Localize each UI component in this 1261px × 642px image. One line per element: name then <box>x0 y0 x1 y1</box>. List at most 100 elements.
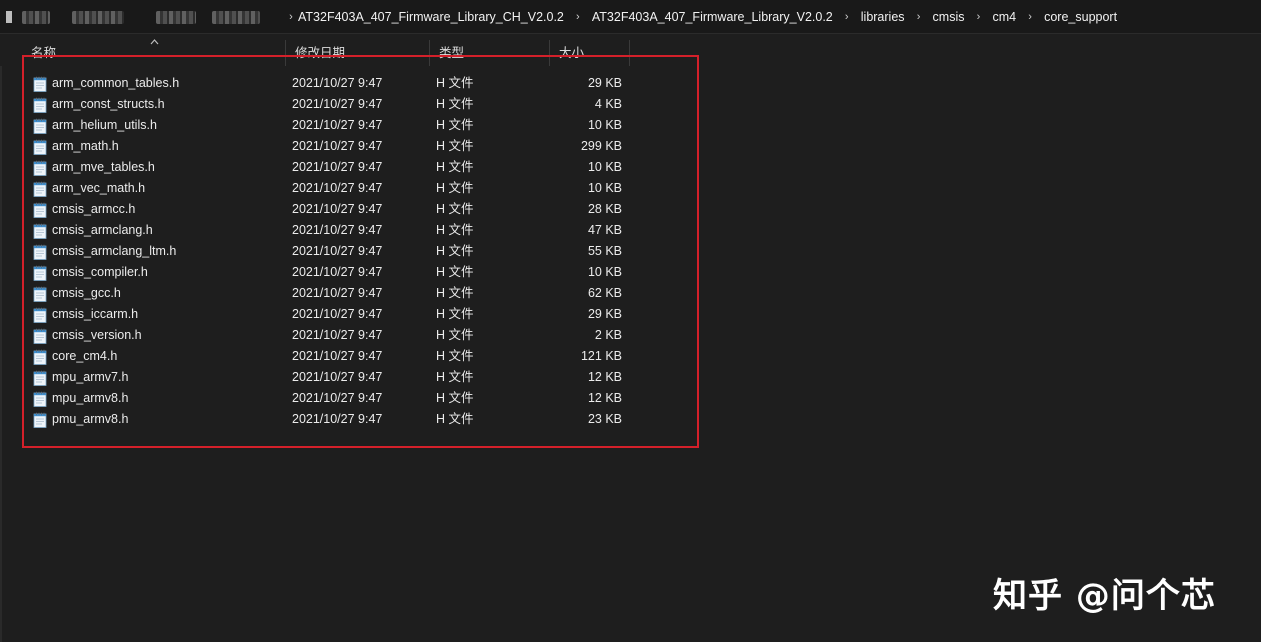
chevron-right-icon[interactable]: › <box>1016 11 1044 23</box>
file-name: arm_helium_utils.h <box>52 118 157 132</box>
file-type: H 文件 <box>436 391 474 405</box>
chevron-right-icon[interactable]: › <box>564 11 592 23</box>
file-date-modified: 2021/10/27 9:47 <box>292 412 383 426</box>
file-date-modified: 2021/10/27 9:47 <box>292 97 383 111</box>
column-header-type[interactable]: 类型 <box>430 40 550 66</box>
file-name: cmsis_gcc.h <box>52 286 121 300</box>
file-type: H 文件 <box>436 139 474 153</box>
file-name: pmu_armv8.h <box>52 412 129 426</box>
file-type: H 文件 <box>436 118 474 132</box>
file-size: 47 KB <box>587 223 622 237</box>
file-type: H 文件 <box>436 412 474 426</box>
file-type: H 文件 <box>436 244 474 258</box>
file-name: core_cm4.h <box>52 349 118 363</box>
file-row[interactable]: arm_const_structs.h 2021/10/27 9:47 H 文件 4 … <box>0 94 1261 115</box>
file-size: 10 KB <box>587 265 622 279</box>
header-file-icon <box>33 118 47 134</box>
column-header-name[interactable]: 名称 <box>22 40 286 66</box>
file-size: 28 KB <box>587 202 622 216</box>
file-row[interactable]: cmsis_iccarm.h 2021/10/27 9:47 H 文件 29 KB <box>0 304 1261 325</box>
file-row[interactable]: cmsis_armclang_ltm.h 2021/10/27 9:47 H 文件 5… <box>0 241 1261 262</box>
header-file-icon <box>33 370 47 386</box>
file-type: H 文件 <box>436 370 474 384</box>
file-date-modified: 2021/10/27 9:47 <box>292 244 383 258</box>
file-row[interactable]: cmsis_gcc.h 2021/10/27 9:47 H 文件 62 KB <box>0 283 1261 304</box>
file-name: arm_mve_tables.h <box>52 160 155 174</box>
file-name: cmsis_armclang.h <box>52 223 153 237</box>
file-name: arm_common_tables.h <box>52 76 180 90</box>
file-size: 23 KB <box>587 412 622 426</box>
file-row[interactable]: cmsis_compiler.h 2021/10/27 9:47 H 文件 10 KB <box>0 262 1261 283</box>
file-name: cmsis_armcc.h <box>52 202 136 216</box>
chevron-right-icon[interactable]: › <box>964 11 992 23</box>
header-file-icon <box>33 202 47 218</box>
header-file-icon <box>33 349 47 365</box>
file-row[interactable]: cmsis_armcc.h 2021/10/27 9:47 H 文件 28 KB <box>0 199 1261 220</box>
chevron-right-icon[interactable]: › <box>284 11 298 23</box>
file-type: H 文件 <box>436 286 474 300</box>
file-date-modified: 2021/10/27 9:47 <box>292 286 383 300</box>
chevron-right-icon[interactable]: › <box>905 11 933 23</box>
file-size: 2 KB <box>594 328 622 342</box>
breadcrumb-item[interactable]: cm4 <box>992 10 1016 24</box>
file-row[interactable]: arm_math.h 2021/10/27 9:47 H 文件 299 KB <box>0 136 1261 157</box>
file-type: H 文件 <box>436 181 474 195</box>
file-date-modified: 2021/10/27 9:47 <box>292 76 383 90</box>
file-size: 12 KB <box>587 370 622 384</box>
file-name: mpu_armv7.h <box>52 370 129 384</box>
file-size: 4 KB <box>594 97 622 111</box>
redacted-crumb <box>156 10 196 24</box>
header-file-icon <box>33 76 47 92</box>
header-file-icon <box>33 97 47 113</box>
file-date-modified: 2021/10/27 9:47 <box>292 349 383 363</box>
breadcrumb-item[interactable]: core_support <box>1044 10 1117 24</box>
file-date-modified: 2021/10/27 9:47 <box>292 370 383 384</box>
file-date-modified: 2021/10/27 9:47 <box>292 139 383 153</box>
breadcrumb-item[interactable]: libraries <box>861 10 905 24</box>
header-file-icon <box>33 181 47 197</box>
file-name: cmsis_compiler.h <box>52 265 148 279</box>
file-size: 29 KB <box>587 76 622 90</box>
breadcrumb-item[interactable]: cmsis <box>933 10 965 24</box>
file-date-modified: 2021/10/27 9:47 <box>292 181 383 195</box>
file-row[interactable]: cmsis_version.h 2021/10/27 9:47 H 文件 2 KB <box>0 325 1261 346</box>
file-type: H 文件 <box>436 97 474 111</box>
file-row[interactable]: mpu_armv7.h 2021/10/27 9:47 H 文件 12 KB <box>0 367 1261 388</box>
file-date-modified: 2021/10/27 9:47 <box>292 202 383 216</box>
file-row[interactable]: mpu_armv8.h 2021/10/27 9:47 H 文件 12 KB <box>0 388 1261 409</box>
file-row[interactable]: arm_mve_tables.h 2021/10/27 9:47 H 文件 10 KB <box>0 157 1261 178</box>
file-row[interactable]: cmsis_armclang.h 2021/10/27 9:47 H 文件 47 KB <box>0 220 1261 241</box>
breadcrumb-item[interactable]: AT32F403A_407_Firmware_Library_CH_V2.0.2 <box>298 10 564 24</box>
column-header-size[interactable]: 大小 <box>550 40 630 66</box>
file-date-modified: 2021/10/27 9:47 <box>292 223 383 237</box>
file-row[interactable]: pmu_armv8.h 2021/10/27 9:47 H 文件 23 KB <box>0 409 1261 430</box>
file-name: cmsis_iccarm.h <box>52 307 139 321</box>
file-date-modified: 2021/10/27 9:47 <box>292 307 383 321</box>
file-name: mpu_armv8.h <box>52 391 129 405</box>
file-type: H 文件 <box>436 349 474 363</box>
file-size: 62 KB <box>587 286 622 300</box>
header-file-icon <box>33 307 47 323</box>
file-row[interactable]: core_cm4.h 2021/10/27 9:47 H 文件 121 KB <box>0 346 1261 367</box>
breadcrumb-item[interactable]: AT32F403A_407_Firmware_Library_V2.0.2 <box>592 10 833 24</box>
file-date-modified: 2021/10/27 9:47 <box>292 118 383 132</box>
file-type: H 文件 <box>436 160 474 174</box>
redacted-crumb <box>212 10 260 24</box>
file-row[interactable]: arm_helium_utils.h 2021/10/27 9:47 H 文件 10 … <box>0 115 1261 136</box>
header-file-icon <box>33 244 47 260</box>
header-file-icon <box>33 223 47 239</box>
watermark: 知乎 @问个芯 <box>993 576 1216 616</box>
address-bar[interactable]: › AT32F403A_407_Firmware_Library_CH_V2.0.… <box>0 0 1261 34</box>
file-name: cmsis_armclang_ltm.h <box>52 244 177 258</box>
header-file-icon <box>33 286 47 302</box>
chevron-right-icon[interactable]: › <box>833 11 861 23</box>
header-file-icon <box>33 328 47 344</box>
header-file-icon <box>33 391 47 407</box>
column-header-date-modified[interactable]: 修改日期 <box>286 40 430 66</box>
file-size: 10 KB <box>587 160 622 174</box>
file-size: 10 KB <box>587 118 622 132</box>
file-row[interactable]: arm_common_tables.h 2021/10/27 9:47 H 文件 29… <box>0 73 1261 94</box>
file-type: H 文件 <box>436 223 474 237</box>
file-type: H 文件 <box>436 202 474 216</box>
file-row[interactable]: arm_vec_math.h 2021/10/27 9:47 H 文件 10 KB <box>0 178 1261 199</box>
